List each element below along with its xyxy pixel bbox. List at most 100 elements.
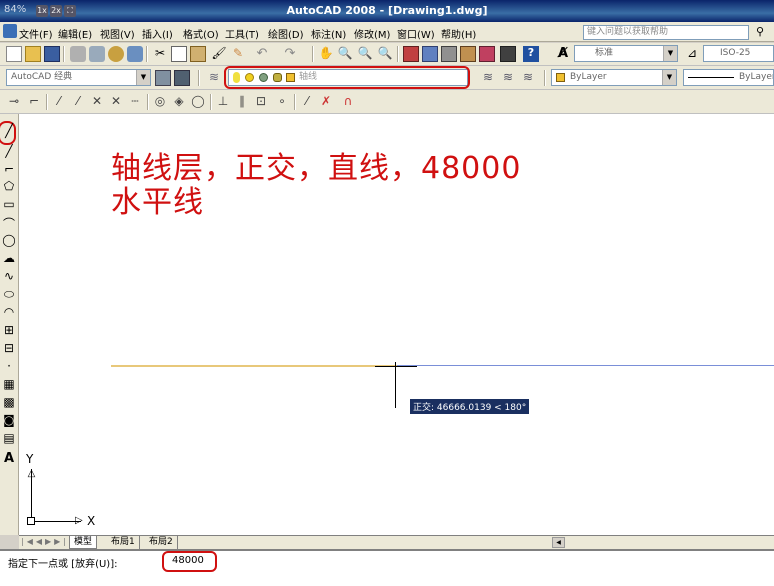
menu-edit[interactable]: 编辑(E) xyxy=(58,26,92,41)
dim-style-select[interactable]: ISO-25 xyxy=(703,45,774,62)
menu-view[interactable]: 视图(V) xyxy=(100,26,135,41)
snap-quadrant-icon[interactable]: ◈ xyxy=(171,94,187,110)
annotation-text: 轴线层，正交，直线，48000 水平线 xyxy=(111,152,521,220)
snap-center-icon[interactable]: ◎ xyxy=(152,94,168,110)
text-style-select[interactable]: 标准 ▼ xyxy=(574,45,678,62)
menu-insert[interactable]: 插入(I) xyxy=(142,26,173,41)
workspace-settings-icon[interactable] xyxy=(155,70,171,86)
sheet-set-icon[interactable] xyxy=(460,46,476,62)
redo-icon[interactable]: ↷ xyxy=(282,46,298,62)
ucs-origin-box xyxy=(27,517,35,525)
calculator-icon[interactable] xyxy=(500,46,516,62)
app-icon[interactable] xyxy=(3,24,17,38)
save-icon[interactable] xyxy=(44,46,60,62)
point-icon[interactable]: · xyxy=(1,359,17,375)
layer-properties-icon[interactable]: ≋ xyxy=(206,70,222,86)
construction-line-icon[interactable]: ╱ xyxy=(1,144,17,160)
undo-icon[interactable]: ↶ xyxy=(254,46,270,62)
make-block-icon[interactable]: ⊟ xyxy=(1,341,17,357)
menu-draw[interactable]: 绘图(D) xyxy=(268,26,304,41)
drawing-canvas[interactable]: 轴线层，正交，直线，48000 水平线 正交: 46666.0139 < 180… xyxy=(19,114,774,535)
rectangle-icon[interactable]: ▭ xyxy=(1,197,17,213)
print-icon[interactable] xyxy=(70,46,86,62)
menu-file[interactable]: 文件(F) xyxy=(19,26,53,41)
menu-dimension[interactable]: 标注(N) xyxy=(311,26,346,41)
snap-tangent-icon[interactable]: ◯ xyxy=(190,94,206,110)
circle-icon[interactable]: ◯ xyxy=(1,233,17,249)
layer-states-icon[interactable]: ≋ xyxy=(520,70,536,86)
open-file-icon[interactable] xyxy=(25,46,41,62)
linetype-sample xyxy=(688,77,734,78)
3d-dwf-icon[interactable] xyxy=(127,46,143,62)
temp-track-icon[interactable]: ⊸ xyxy=(6,94,22,110)
osnap-settings-icon[interactable]: ∩ xyxy=(340,94,356,110)
menu-format[interactable]: 格式(O) xyxy=(183,26,219,41)
zoom-previous-icon[interactable]: 🔍 xyxy=(377,46,393,62)
properties-icon[interactable] xyxy=(403,46,419,62)
hscroll-left-icon[interactable]: ◀ xyxy=(552,537,565,548)
snap-node-icon[interactable]: ∘ xyxy=(274,94,290,110)
menu-help[interactable]: 帮助(H) xyxy=(441,26,476,41)
tool-palettes-icon[interactable] xyxy=(441,46,457,62)
linetype-select[interactable]: ByLayer xyxy=(683,69,774,86)
polygon-icon[interactable]: ⬠ xyxy=(1,179,17,195)
multiline-text-icon[interactable]: A xyxy=(1,451,17,467)
insert-block-icon[interactable]: ⊞ xyxy=(1,323,17,339)
snap-extension-icon[interactable]: ┄ xyxy=(127,94,143,110)
match-properties-icon[interactable]: 🖌 xyxy=(211,46,227,62)
zoom-window-icon[interactable]: 🔍 xyxy=(357,46,373,62)
hatch-icon[interactable]: ▦ xyxy=(1,377,17,393)
pan-icon[interactable]: ✋ xyxy=(318,46,334,62)
menu-tools[interactable]: 工具(T) xyxy=(225,26,259,41)
ellipse-arc-icon[interactable]: ◠ xyxy=(1,305,17,321)
make-current-layer-icon[interactable]: ≋ xyxy=(480,70,496,86)
workspace-select[interactable]: AutoCAD 经典 ▼ xyxy=(6,69,151,86)
spline-icon[interactable]: ∿ xyxy=(1,269,17,285)
zoom-realtime-icon[interactable]: 🔍 xyxy=(337,46,353,62)
snap-from-icon[interactable]: ⌐ xyxy=(26,94,42,110)
line-icon[interactable]: ╱ xyxy=(1,124,17,140)
paste-icon[interactable] xyxy=(190,46,206,62)
axis-line-drawn[interactable] xyxy=(111,365,397,367)
markup-icon[interactable] xyxy=(479,46,495,62)
tab-layout1[interactable]: 布局1 xyxy=(107,536,140,549)
plot-preview-icon[interactable] xyxy=(89,46,105,62)
text-style-value: 标准 xyxy=(595,48,614,58)
workspace-save-icon[interactable] xyxy=(174,70,190,86)
snap-midpoint-icon[interactable]: ⁄ xyxy=(70,94,86,110)
tab-model[interactable]: 模型 xyxy=(69,536,98,549)
snap-none-icon[interactable]: ✗ xyxy=(318,94,334,110)
help-search-input[interactable]: 键入问题以获取帮助 xyxy=(583,25,749,40)
cut-icon[interactable]: ✂ xyxy=(152,46,168,62)
snap-insert-icon[interactable]: ⊡ xyxy=(253,94,269,110)
snap-parallel-icon[interactable]: ∥ xyxy=(234,94,250,110)
copy-icon[interactable] xyxy=(171,46,187,62)
new-file-icon[interactable] xyxy=(6,46,22,62)
revision-cloud-icon[interactable]: ☁ xyxy=(1,251,17,267)
table-icon[interactable]: ▤ xyxy=(1,431,17,447)
gradient-icon[interactable]: ▩ xyxy=(1,395,17,411)
tab-nav-arrows-icon[interactable]: |◀◀▶▶| xyxy=(21,537,69,546)
snap-perpendicular-icon[interactable]: ⊥ xyxy=(215,94,231,110)
layer-previous-icon[interactable]: ≋ xyxy=(500,70,516,86)
help-icon[interactable]: ? xyxy=(523,46,539,62)
menu-bar: 文件(F) 编辑(E) 视图(V) 插入(I) 格式(O) 工具(T) 绘图(D… xyxy=(0,22,774,42)
snap-endpoint-icon[interactable]: ⁄ xyxy=(51,94,67,110)
publish-icon[interactable] xyxy=(108,46,124,62)
tab-layout2[interactable]: 布局2 xyxy=(145,536,178,549)
annotation-highlight-layer xyxy=(224,66,470,89)
arc-icon[interactable]: ⌒ xyxy=(1,215,17,231)
design-center-icon[interactable] xyxy=(422,46,438,62)
polyline-icon[interactable]: ⌐ xyxy=(1,162,17,178)
command-line[interactable]: 指定下一点或 [放弃(U)]: 48000 xyxy=(0,549,774,586)
menu-window[interactable]: 窗口(W) xyxy=(397,26,435,41)
snap-apparent-intersection-icon[interactable]: ✕ xyxy=(108,94,124,110)
block-editor-icon[interactable]: ✎ xyxy=(230,46,246,62)
ellipse-icon[interactable]: ⬭ xyxy=(1,287,17,303)
snap-intersection-icon[interactable]: ✕ xyxy=(89,94,105,110)
region-icon[interactable]: ◙ xyxy=(1,413,17,429)
menu-modify[interactable]: 修改(M) xyxy=(354,26,390,41)
snap-nearest-icon[interactable]: ⁄ xyxy=(299,94,315,110)
search-icon[interactable]: ⚲ xyxy=(752,25,768,41)
color-select[interactable]: ByLayer ▼ xyxy=(551,69,677,86)
